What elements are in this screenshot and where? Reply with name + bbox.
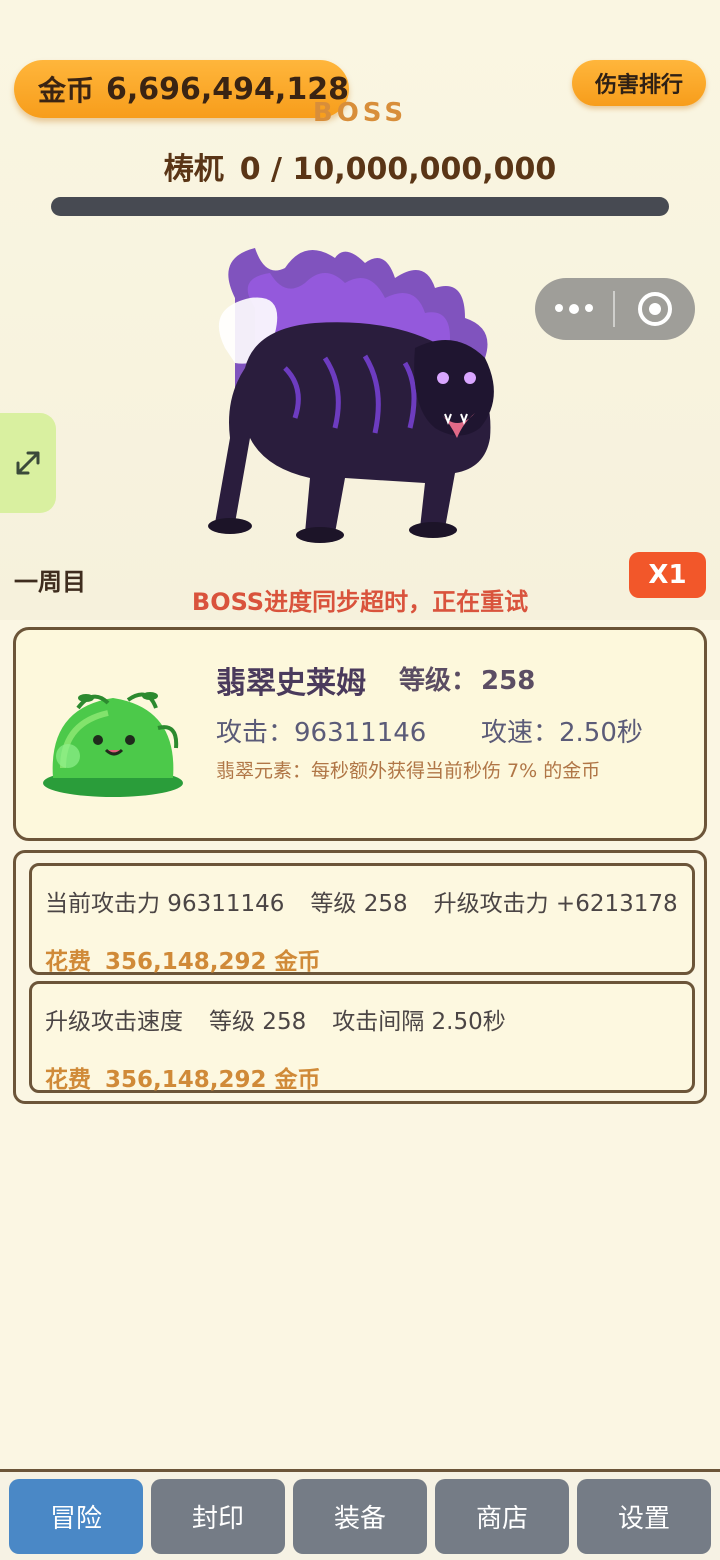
upgrade-attack-info: 当前攻击力 96311146 等级 258 升级攻击力 +6213178 (45, 884, 704, 918)
cost-value: 356,148,292 金币 (105, 949, 321, 975)
cost-label: 花费 (45, 949, 91, 975)
pet-level-value: 258 (481, 666, 536, 696)
upgrade-speed-title: 升级攻击速度 (45, 1009, 183, 1035)
attack-increase: 升级攻击力 +6213178 (433, 891, 678, 917)
pet-name: 翡翠史莱姆 (216, 666, 366, 701)
upgrade-attack-cost: 花费 356,148,292 金币 (45, 942, 321, 976)
cost-label: 花费 (45, 1067, 91, 1093)
sync-status-message: BOSS进度同步超时，正在重试 (191, 588, 529, 616)
attack-interval: 攻击间隔 2.50秒 (332, 1009, 506, 1035)
upgrade-speed-row[interactable]: 升级攻击速度 等级 258 攻击间隔 2.50秒 花费 356,148,292 金币 (29, 981, 695, 1093)
pet-element-description: 翡翠元素：每秒额外获得当前秒伤 7% 的金币 (216, 760, 601, 782)
tab-settings[interactable]: 设置 (577, 1479, 711, 1554)
speed-level: 等级 258 (209, 1009, 307, 1035)
boss-hp-value: 0 / 10,000,000,000 (239, 152, 557, 187)
upgrade-speed-info: 升级攻击速度 等级 258 攻击间隔 2.50秒 (45, 1002, 532, 1036)
pet-level-label: 等级： (399, 666, 478, 696)
bottom-nav: 冒险 封印 装备 商店 设置 (0, 1469, 720, 1560)
boss-name: 梼杌 (163, 152, 224, 187)
cost-value: 356,148,292 金币 (105, 1067, 321, 1093)
tab-adventure[interactable]: 冒险 (9, 1479, 143, 1554)
current-attack: 当前攻击力 96311146 (45, 891, 285, 917)
pet-attack-speed: 攻速：2.50秒 (481, 718, 643, 748)
upgrade-attack-row[interactable]: 当前攻击力 96311146 等级 258 升级攻击力 +6213178 花费 356… (29, 863, 695, 975)
miniprogram-capsule (535, 278, 695, 340)
pet-level: 等级： 258 (399, 660, 535, 697)
close-miniprogram-icon[interactable] (615, 292, 695, 326)
boss-taowu-image[interactable] (195, 238, 525, 558)
boss-hp-text: 梼杌 0 / 10,000,000,000 (0, 144, 720, 188)
pet-attack: 攻击：96311146 (216, 718, 427, 748)
expand-icon[interactable] (0, 413, 56, 513)
tab-shop[interactable]: 商店 (435, 1479, 569, 1554)
pet-card[interactable]: 翡翠史莱姆 等级： 258 攻击：96311146 攻速：2.50秒 翡翠元素：每… (13, 627, 707, 841)
boss-hp-bar (51, 197, 669, 216)
upgrade-speed-cost: 花费 356,148,292 金币 (45, 1060, 321, 1094)
damage-ranking-button[interactable]: 伤害排行 (572, 60, 706, 106)
upgrade-panel: 当前攻击力 96311146 等级 258 升级攻击力 +6213178 花费 356… (13, 850, 707, 1104)
attack-level: 等级 258 (310, 891, 408, 917)
tab-seal[interactable]: 封印 (151, 1479, 285, 1554)
emerald-slime-image (43, 692, 183, 797)
more-menu-icon[interactable] (535, 304, 613, 314)
tab-equipment[interactable]: 装备 (293, 1479, 427, 1554)
